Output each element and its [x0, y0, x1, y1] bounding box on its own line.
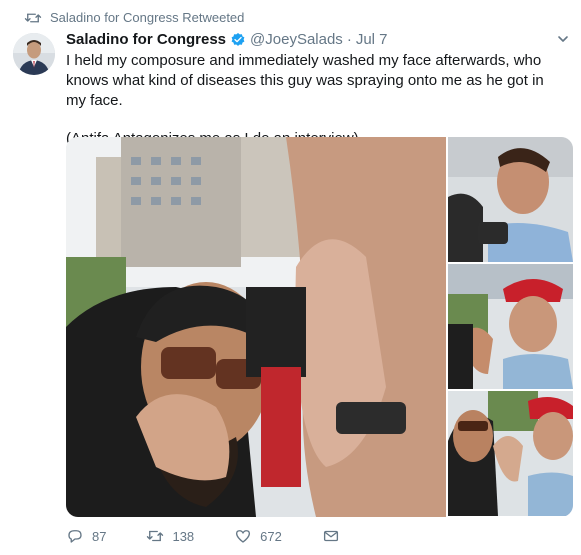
retweet-count: 138: [172, 528, 195, 544]
media-grid: [66, 137, 573, 517]
separator-dot: ·: [346, 31, 352, 48]
photo-4[interactable]: [448, 391, 573, 516]
envelope-icon: [323, 530, 338, 542]
author-name[interactable]: Saladino for Congress: [66, 31, 226, 48]
retweet-icon: [147, 530, 164, 542]
like-button[interactable]: 672: [234, 527, 282, 545]
chevron-down-icon[interactable]: [557, 33, 569, 45]
tweet-header: Saladino for Congress @JoeySalads · Jul …: [66, 31, 569, 48]
retweet-button[interactable]: 138: [146, 527, 194, 545]
heart-icon: [236, 530, 251, 543]
reply-icon: [68, 530, 82, 543]
reply-count: 87: [92, 528, 107, 544]
tweet-text: I held my composure and immediately wash…: [66, 51, 566, 149]
avatar-image: [13, 33, 55, 75]
retweeted-by-label: Saladino for Congress Retweeted: [50, 10, 245, 25]
reply-button[interactable]: 87: [66, 527, 106, 545]
retweet-icon: [24, 13, 42, 22]
tweet-actions: 87 138 672: [66, 527, 380, 545]
direct-message-button[interactable]: [322, 527, 340, 545]
like-count: 672: [260, 528, 282, 544]
author-handle[interactable]: @JoeySalads: [250, 31, 343, 48]
tweet-text-paragraph-1: I held my composure and immediately wash…: [66, 52, 544, 109]
avatar[interactable]: [13, 33, 55, 75]
photo-3[interactable]: [448, 264, 573, 389]
retweeted-by-row[interactable]: Saladino for Congress Retweeted: [24, 10, 244, 25]
photo-2[interactable]: [448, 137, 573, 262]
tweet-date[interactable]: Jul 7: [356, 31, 388, 48]
photo-main[interactable]: [66, 137, 446, 517]
verified-badge-icon: [231, 32, 245, 46]
